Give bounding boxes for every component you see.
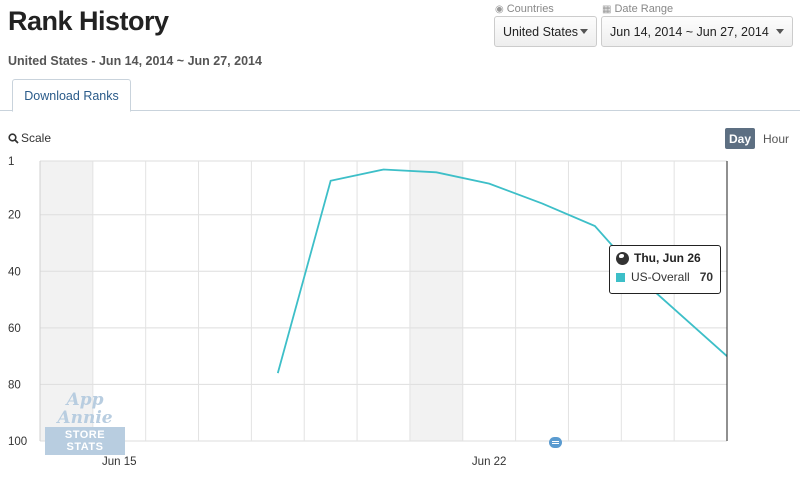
scale-button[interactable]: Scale: [8, 131, 51, 145]
y-tick-label: 40: [8, 266, 21, 278]
y-tick-label: 60: [8, 323, 21, 335]
caret-down-icon: [580, 29, 588, 34]
weekend-band: [409, 161, 463, 441]
x-tick-label: Jun 15: [102, 456, 137, 468]
tab-download-ranks[interactable]: Download Ranks: [12, 79, 131, 112]
date-range-select[interactable]: Jun 14, 2014 ~ Jun 27, 2014: [601, 16, 793, 47]
globe-icon: ◉: [495, 3, 504, 15]
globe-icon: [616, 251, 629, 265]
series-swatch: [616, 272, 625, 282]
page-subtitle: United States - Jun 14, 2014 ~ Jun 27, 2…: [8, 54, 262, 68]
y-tick-label: 100: [8, 436, 27, 448]
app-annie-watermark: App Annie STORE STATS: [45, 391, 125, 455]
x-tick-label: Jun 22: [472, 456, 507, 468]
day-button[interactable]: Day: [725, 128, 755, 149]
calendar-icon: ▦: [602, 3, 612, 15]
chart-tooltip: Thu, Jun 26 US-Overall 70: [609, 245, 721, 294]
countries-select[interactable]: United States: [494, 16, 597, 47]
y-tick-label: 1: [8, 156, 14, 168]
y-tick-label: 80: [8, 379, 21, 391]
annotation-icon[interactable]: [549, 437, 562, 448]
y-tick-label: 20: [8, 210, 21, 222]
hour-button[interactable]: Hour: [763, 128, 789, 149]
countries-label: ◉ Countries: [495, 3, 554, 15]
zoom-icon: [8, 132, 19, 144]
caret-down-icon: [776, 29, 784, 34]
page-title: Rank History: [8, 6, 169, 36]
date-range-label: ▦ Date Range: [602, 3, 674, 15]
